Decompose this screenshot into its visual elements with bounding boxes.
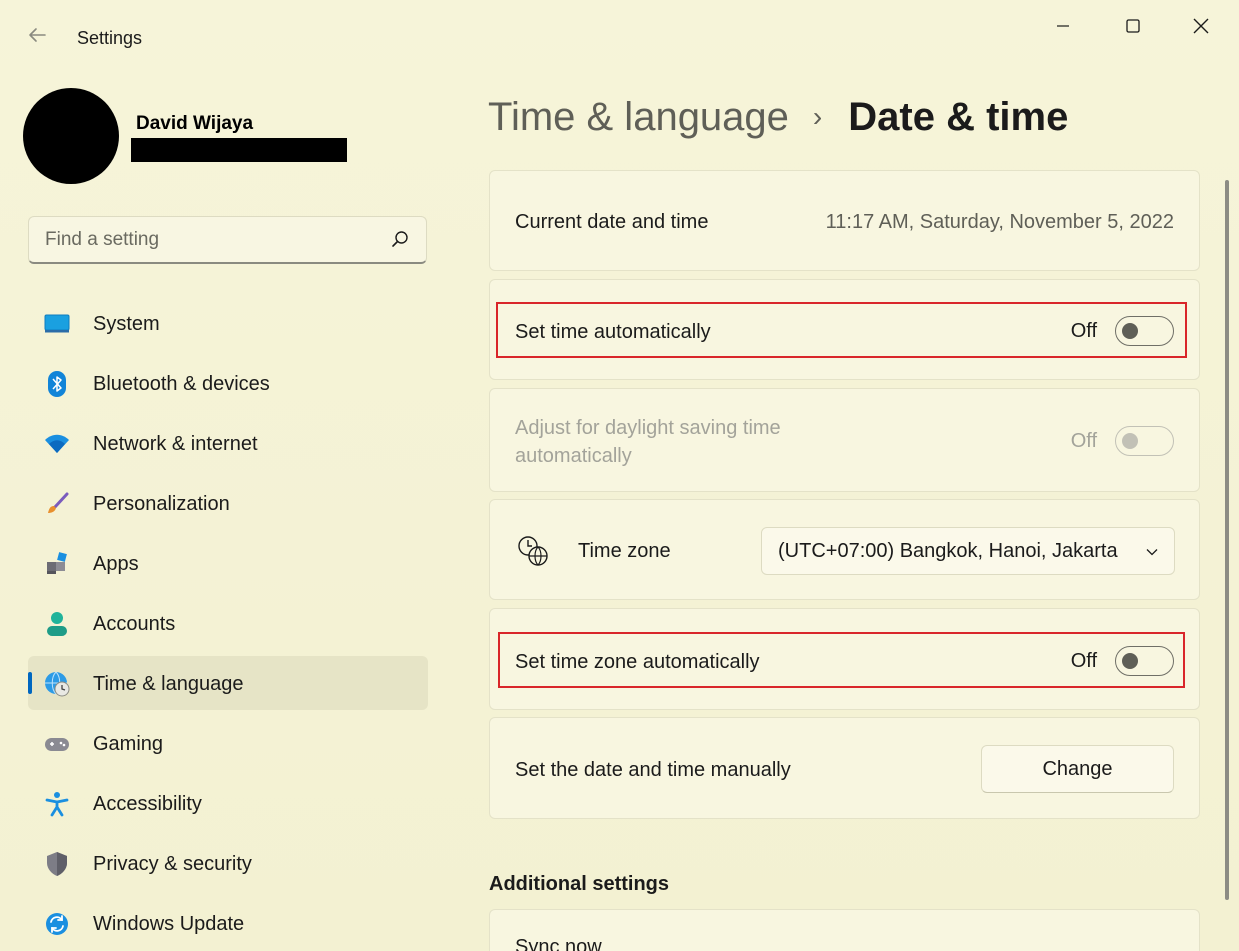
search-box — [28, 216, 427, 264]
settings-window: Settings David Wijaya System Bluet — [0, 0, 1239, 951]
sidebar-item-personalization[interactable]: Personalization — [28, 476, 428, 530]
breadcrumb: Time & language › Date & time — [488, 92, 1068, 142]
search-icon[interactable] — [390, 229, 410, 249]
shield-icon — [44, 851, 70, 877]
accounts-icon — [44, 611, 70, 637]
sidebar-item-label: Accessibility — [93, 793, 202, 815]
sidebar-item-label: Personalization — [93, 493, 230, 515]
brush-icon — [44, 491, 70, 517]
minimize-button[interactable] — [1040, 10, 1086, 42]
minimize-icon — [1057, 25, 1069, 27]
current-datetime-value: 11:17 AM, Saturday, November 5, 2022 — [825, 211, 1174, 233]
sidebar-item-bluetooth[interactable]: Bluetooth & devices — [28, 356, 428, 410]
set-timezone-auto-toggle[interactable] — [1115, 646, 1174, 676]
daylight-saving-label-line1: Adjust for daylight saving time — [515, 417, 781, 439]
set-time-auto-toggle-group: Off — [1071, 316, 1174, 346]
sidebar-item-label: Accounts — [93, 613, 176, 635]
bluetooth-icon — [44, 371, 70, 397]
daylight-saving-toggle — [1115, 426, 1174, 456]
back-arrow-icon — [29, 28, 46, 42]
toggle-knob — [1122, 653, 1138, 669]
additional-settings-heading: Additional settings — [489, 873, 669, 895]
current-datetime-label: Current date and time — [515, 211, 709, 233]
accessibility-icon — [44, 791, 70, 817]
user-email-redacted — [131, 138, 347, 162]
system-icon — [44, 311, 70, 337]
back-button[interactable] — [22, 24, 52, 54]
maximize-icon — [1126, 19, 1140, 33]
avatar[interactable] — [23, 88, 119, 184]
current-datetime-card: Current date and time 11:17 AM, Saturday… — [489, 170, 1200, 271]
sidebar-item-label: Time & language — [93, 673, 244, 695]
sidebar-item-gaming[interactable]: Gaming — [28, 716, 428, 770]
wifi-icon — [44, 431, 70, 457]
toggle-knob — [1122, 323, 1138, 339]
time-zone-value: (UTC+07:00) Bangkok, Hanoi, Jakarta — [778, 540, 1118, 562]
change-button[interactable]: Change — [981, 745, 1174, 793]
sidebar-item-time-language[interactable]: Time & language — [28, 656, 428, 710]
user-name: David Wijaya — [136, 113, 254, 134]
manual-datetime-card: Set the date and time manually Change — [489, 717, 1200, 819]
sidebar-item-label: Apps — [93, 553, 139, 575]
set-timezone-auto-label: Set time zone automatically — [515, 651, 760, 673]
sidebar-item-system[interactable]: System — [28, 296, 428, 350]
time-zone-label: Time zone — [578, 540, 671, 562]
sidebar-item-label: Windows Update — [93, 913, 245, 935]
maximize-button[interactable] — [1110, 10, 1156, 42]
sidebar-nav: System Bluetooth & devices Network & int… — [28, 296, 428, 951]
toggle-state-text: Off — [1070, 649, 1097, 672]
time-zone-icon — [518, 536, 548, 566]
daylight-saving-toggle-group: Off — [1071, 426, 1174, 456]
sidebar-item-apps[interactable]: Apps — [28, 536, 428, 590]
sync-now-label: Sync now — [515, 936, 602, 951]
sidebar-item-privacy[interactable]: Privacy & security — [28, 836, 428, 890]
set-timezone-auto-card: Set time zone automatically Off — [489, 608, 1200, 710]
sidebar-item-label: Network & internet — [93, 433, 258, 455]
close-icon — [1193, 18, 1209, 34]
toggle-state-text: Off — [1070, 429, 1097, 452]
toggle-state-text: Off — [1070, 319, 1097, 342]
close-button[interactable] — [1178, 10, 1224, 42]
set-time-auto-card: Set time automatically Off — [489, 279, 1200, 380]
page-title: Date & time — [848, 94, 1069, 139]
sidebar-item-label: Bluetooth & devices — [93, 373, 270, 395]
apps-icon — [44, 551, 70, 577]
sidebar-item-windows-update[interactable]: Windows Update — [28, 896, 428, 950]
app-title: Settings — [77, 28, 143, 48]
sidebar-item-label: Privacy & security — [93, 853, 252, 875]
set-time-auto-label: Set time automatically — [515, 321, 711, 343]
sidebar-item-accessibility[interactable]: Accessibility — [28, 776, 428, 830]
daylight-saving-card: Adjust for daylight saving time automati… — [489, 388, 1200, 492]
manual-datetime-label: Set the date and time manually — [515, 759, 791, 781]
scrollbar[interactable] — [1225, 180, 1229, 900]
chevron-down-icon — [1146, 549, 1158, 556]
update-icon — [44, 911, 70, 937]
daylight-saving-label-line2: automatically — [515, 445, 632, 467]
sidebar-item-accounts[interactable]: Accounts — [28, 596, 428, 650]
set-timezone-auto-toggle-group: Off — [1071, 646, 1174, 676]
sync-now-card: Sync now — [489, 909, 1200, 951]
breadcrumb-separator-icon: › — [812, 101, 823, 132]
toggle-knob — [1122, 433, 1138, 449]
breadcrumb-parent-link[interactable]: Time & language — [488, 95, 789, 140]
search-input[interactable] — [29, 217, 379, 262]
sidebar-item-network[interactable]: Network & internet — [28, 416, 428, 470]
time-zone-select[interactable]: (UTC+07:00) Bangkok, Hanoi, Jakarta — [761, 527, 1175, 575]
gamepad-icon — [44, 731, 70, 757]
sidebar-item-label: System — [93, 313, 160, 335]
time-zone-card: Time zone (UTC+07:00) Bangkok, Hanoi, Ja… — [489, 499, 1200, 600]
globe-clock-icon — [44, 671, 70, 697]
set-time-auto-toggle[interactable] — [1115, 316, 1174, 346]
title-bar: Settings — [0, 0, 1239, 78]
sidebar-item-label: Gaming — [93, 733, 164, 755]
